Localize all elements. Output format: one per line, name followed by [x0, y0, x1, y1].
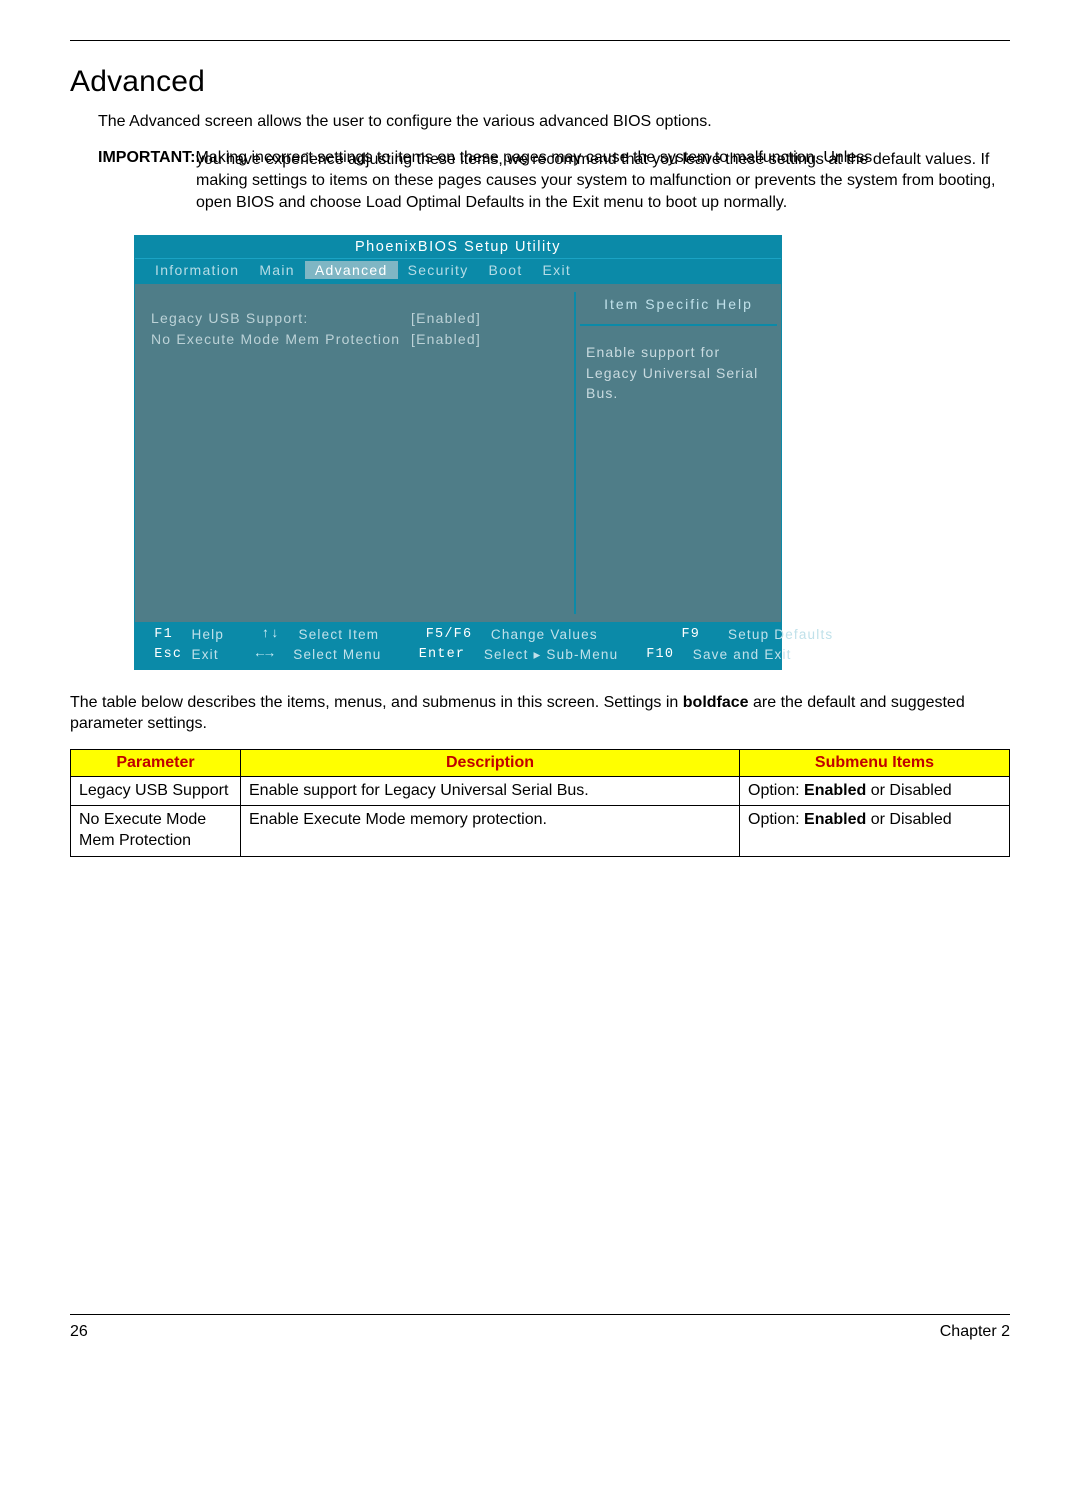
label-select-menu: Select Menu: [293, 645, 381, 665]
bios-tab-security[interactable]: Security: [398, 261, 479, 279]
label-save-exit: Save and Exit: [693, 645, 792, 665]
cell-submenu: Option: Enabled or Disabled: [740, 806, 1010, 857]
table-row: No Execute Mode Mem Protection Enable Ex…: [71, 806, 1010, 857]
label-select-submenu: Select ▸ Sub-Menu: [484, 645, 618, 665]
bios-tab-boot[interactable]: Boot: [479, 261, 533, 279]
bios-help-pane: Item Specific Help Enable support for Le…: [576, 282, 781, 622]
important-body: you have experience adjusting these item…: [98, 149, 1010, 214]
arrows-leftright-icon: ←→: [219, 645, 293, 665]
important-label: IMPORTANT:: [98, 149, 195, 166]
cell-desc: Enable support for Legacy Universal Seri…: [241, 776, 740, 806]
cell-desc: Enable Execute Mode memory protection.: [241, 806, 740, 857]
bios-title: PhoenixBIOS Setup Utility: [135, 236, 781, 258]
key-enter: Enter: [382, 645, 484, 665]
rule-bottom: [70, 1314, 1010, 1315]
label-select-item: Select Item: [299, 625, 380, 645]
key-f5f6: F5/F6: [379, 625, 491, 645]
label-change-values: Change Values: [491, 625, 598, 645]
bios-setting-label: No Execute Mode Mem Protection: [151, 329, 411, 350]
under-bold: boldface: [683, 694, 749, 711]
cell-param: No Execute Mode Mem Protection: [71, 806, 241, 857]
key-f10: F10: [618, 645, 692, 665]
label-help: Help: [192, 625, 225, 645]
under-pre: The table below describes the items, men…: [70, 694, 683, 711]
label-exit: Exit: [192, 645, 219, 665]
th-parameter: Parameter: [71, 749, 241, 776]
cell-submenu: Option: Enabled or Disabled: [740, 776, 1010, 806]
bios-settings-pane: Legacy USB Support: [Enabled] No Execute…: [135, 282, 576, 622]
cell-param: Legacy USB Support: [71, 776, 241, 806]
parameter-table: Parameter Description Submenu Items Lega…: [70, 749, 1010, 857]
bios-footer: F1 Help ↑↓ Select Item F5/F6 Change Valu…: [135, 622, 781, 668]
page-footer: 26 Chapter 2: [70, 1314, 1010, 1341]
bios-screenshot: PhoenixBIOS Setup Utility Information Ma…: [134, 235, 782, 669]
table-row: Legacy USB Support Enable support for Le…: [71, 776, 1010, 806]
bios-tab-exit[interactable]: Exit: [533, 261, 582, 279]
bios-setting-value[interactable]: [Enabled]: [411, 329, 481, 350]
bios-tab-row: Information Main Advanced Security Boot …: [135, 258, 781, 282]
bios-tab-advanced[interactable]: Advanced: [305, 261, 398, 279]
bios-setting-label: Legacy USB Support:: [151, 308, 411, 329]
arrows-updown-icon: ↑↓: [224, 625, 298, 645]
chapter-label: Chapter 2: [940, 1323, 1010, 1341]
key-esc: Esc: [145, 645, 192, 665]
rule-top: [70, 40, 1010, 41]
th-description: Description: [241, 749, 740, 776]
bios-tab-information[interactable]: Information: [145, 261, 249, 279]
bios-setting-value[interactable]: [Enabled]: [411, 308, 481, 329]
page-number: 26: [70, 1323, 88, 1341]
key-f9: F9: [598, 625, 728, 645]
under-bios-text: The table below describes the items, men…: [70, 692, 1010, 735]
label-setup-defaults: Setup Defaults: [728, 625, 833, 645]
important-note: IMPORTANT:Making incorrect settings to i…: [70, 147, 1010, 213]
bios-setting-row[interactable]: Legacy USB Support: [Enabled]: [151, 308, 560, 329]
bios-setting-row[interactable]: No Execute Mode Mem Protection [Enabled]: [151, 329, 560, 350]
key-f1: F1: [145, 625, 192, 645]
bios-tab-main[interactable]: Main: [249, 261, 305, 279]
page-title: Advanced: [70, 65, 1010, 99]
bios-help-separator: [580, 324, 777, 326]
bios-help-title: Item Specific Help: [586, 292, 771, 324]
th-submenu: Submenu Items: [740, 749, 1010, 776]
intro-text: The Advanced screen allows the user to c…: [70, 113, 1010, 131]
bios-help-text: Enable support for Legacy Universal Seri…: [586, 342, 771, 403]
